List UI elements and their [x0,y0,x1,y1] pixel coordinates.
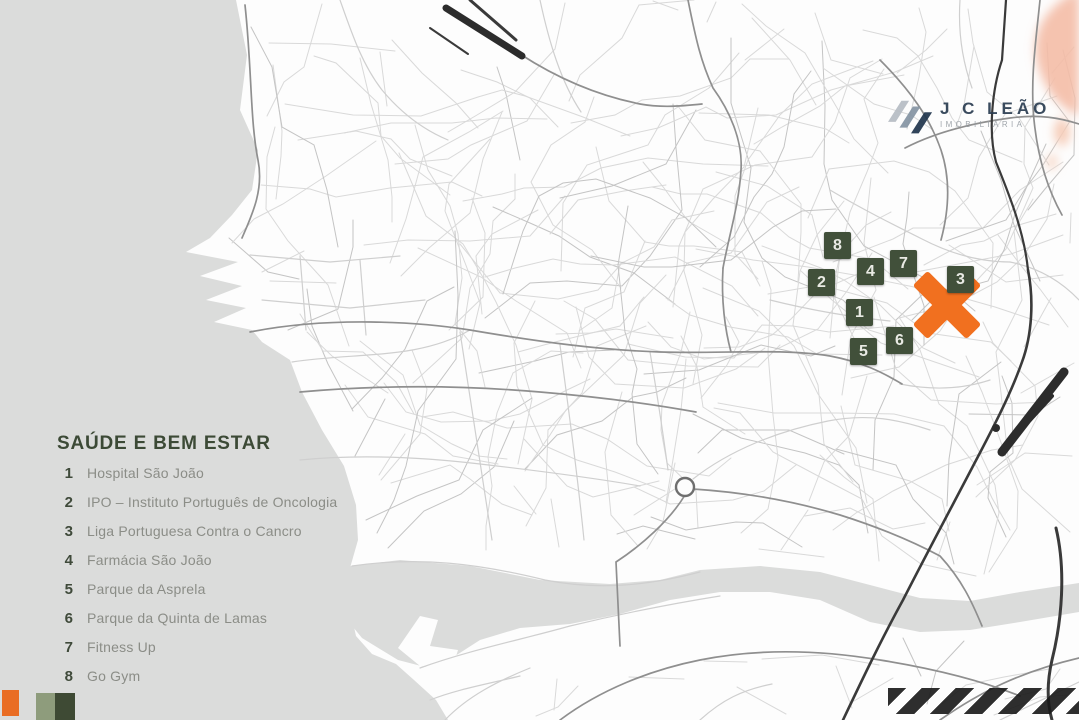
legend-item: 5 Parque da Asprela [57,581,387,610]
legend-panel: SAÚDE E BEM ESTAR 1 Hospital São João 2 IPO… [57,433,387,697]
brand-logo: J C LEÃO IMOBILIÁRIA [888,100,1050,136]
legend-item-label: Farmácia São João [87,552,212,568]
roundabout [676,478,694,496]
legend-item-number: 7 [57,639,73,656]
hazard-stripes-decor [888,688,1079,714]
brand-name: J C LEÃO [940,100,1050,118]
decor-square-orange [2,690,19,716]
map-marker-3[interactable]: 3 [947,266,974,293]
map-marker-8[interactable]: 8 [824,232,851,259]
legend-item: 4 Farmácia São João [57,552,387,581]
legend-item-label: Hospital São João [87,465,204,481]
legend-item-number: 8 [57,668,73,685]
legend-item-number: 5 [57,581,73,598]
decor-square-sage [36,693,55,720]
decor-square-dark-green [55,693,75,720]
legend-item-number: 1 [57,465,73,482]
legend-item: 7 Fitness Up [57,639,387,668]
map-marker-7[interactable]: 7 [890,250,917,277]
legend-item-number: 3 [57,523,73,540]
map-marker-1[interactable]: 1 [846,299,873,326]
legend-item-label: Fitness Up [87,639,156,655]
legend-item-label: IPO – Instituto Português de Oncologia [87,494,337,510]
legend-item-label: Go Gym [87,668,140,684]
rail-yard-dot [992,424,1000,432]
legend-item: 6 Parque da Quinta de Lamas [57,610,387,639]
legend-item: 8 Go Gym [57,668,387,697]
diagonal-stripes-icon [888,100,934,136]
map-marker-2[interactable]: 2 [808,269,835,296]
legend-item-number: 4 [57,552,73,569]
legend-title: SAÚDE E BEM ESTAR [57,433,387,455]
highlight-zone [1036,0,1079,170]
legend-item: 3 Liga Portuguesa Contra o Cancro [57,523,387,552]
map-marker-4[interactable]: 4 [857,258,884,285]
legend-item-label: Liga Portuguesa Contra o Cancro [87,523,302,539]
legend-item-number: 6 [57,610,73,627]
map-marker-5[interactable]: 5 [850,338,877,365]
legend-list: 1 Hospital São João 2 IPO – Instituto Portu… [57,465,387,697]
map-marker-6[interactable]: 6 [886,327,913,354]
legend-item-label: Parque da Quinta de Lamas [87,610,267,626]
map-canvas: 12345678 SAÚDE E BEM ESTAR 1Hospital São… [0,0,1079,720]
legend-item-number: 2 [57,494,73,511]
legend-item: 2 IPO – Instituto Português de Oncologia [57,494,387,523]
brand-subtitle: IMOBILIÁRIA [940,120,1050,129]
legend-item: 1 Hospital São João [57,465,387,494]
legend-item-label: Parque da Asprela [87,581,206,597]
